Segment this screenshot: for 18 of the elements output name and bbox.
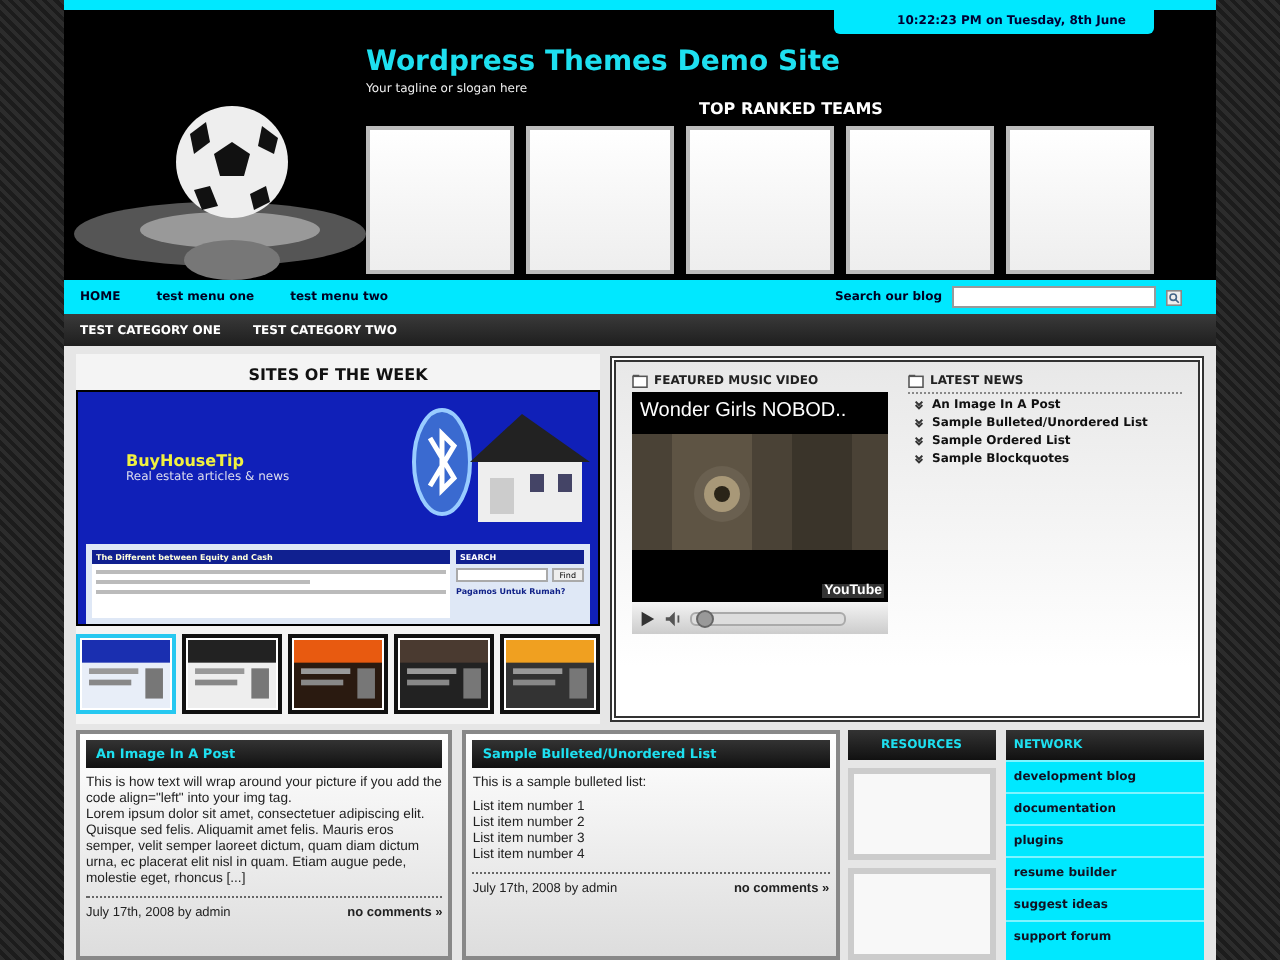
folder-icon [632,374,648,388]
play-icon[interactable] [638,609,656,627]
search-icon[interactable] [1166,289,1182,305]
search-field [456,568,548,582]
search-field[interactable] [952,286,1156,308]
video-title: Wonder Girls NOBOD.. [638,398,849,426]
chevron-icon [914,454,924,464]
chevron-icon [914,436,924,446]
site-name: BuyHouseTip [126,452,247,470]
section-heading: TOP RANKED TEAMS [697,100,885,118]
section-heading: SITES OF THE WEEK [246,366,430,384]
chevron-icon [914,400,924,410]
volume-icon[interactable] [664,609,682,627]
progress-track[interactable] [690,611,846,625]
chevron-icon [914,418,924,428]
site-title[interactable]: Wordpress Themes Demo Site [366,46,1216,78]
progress-thumb[interactable] [696,609,715,627]
folder-icon [908,374,924,388]
